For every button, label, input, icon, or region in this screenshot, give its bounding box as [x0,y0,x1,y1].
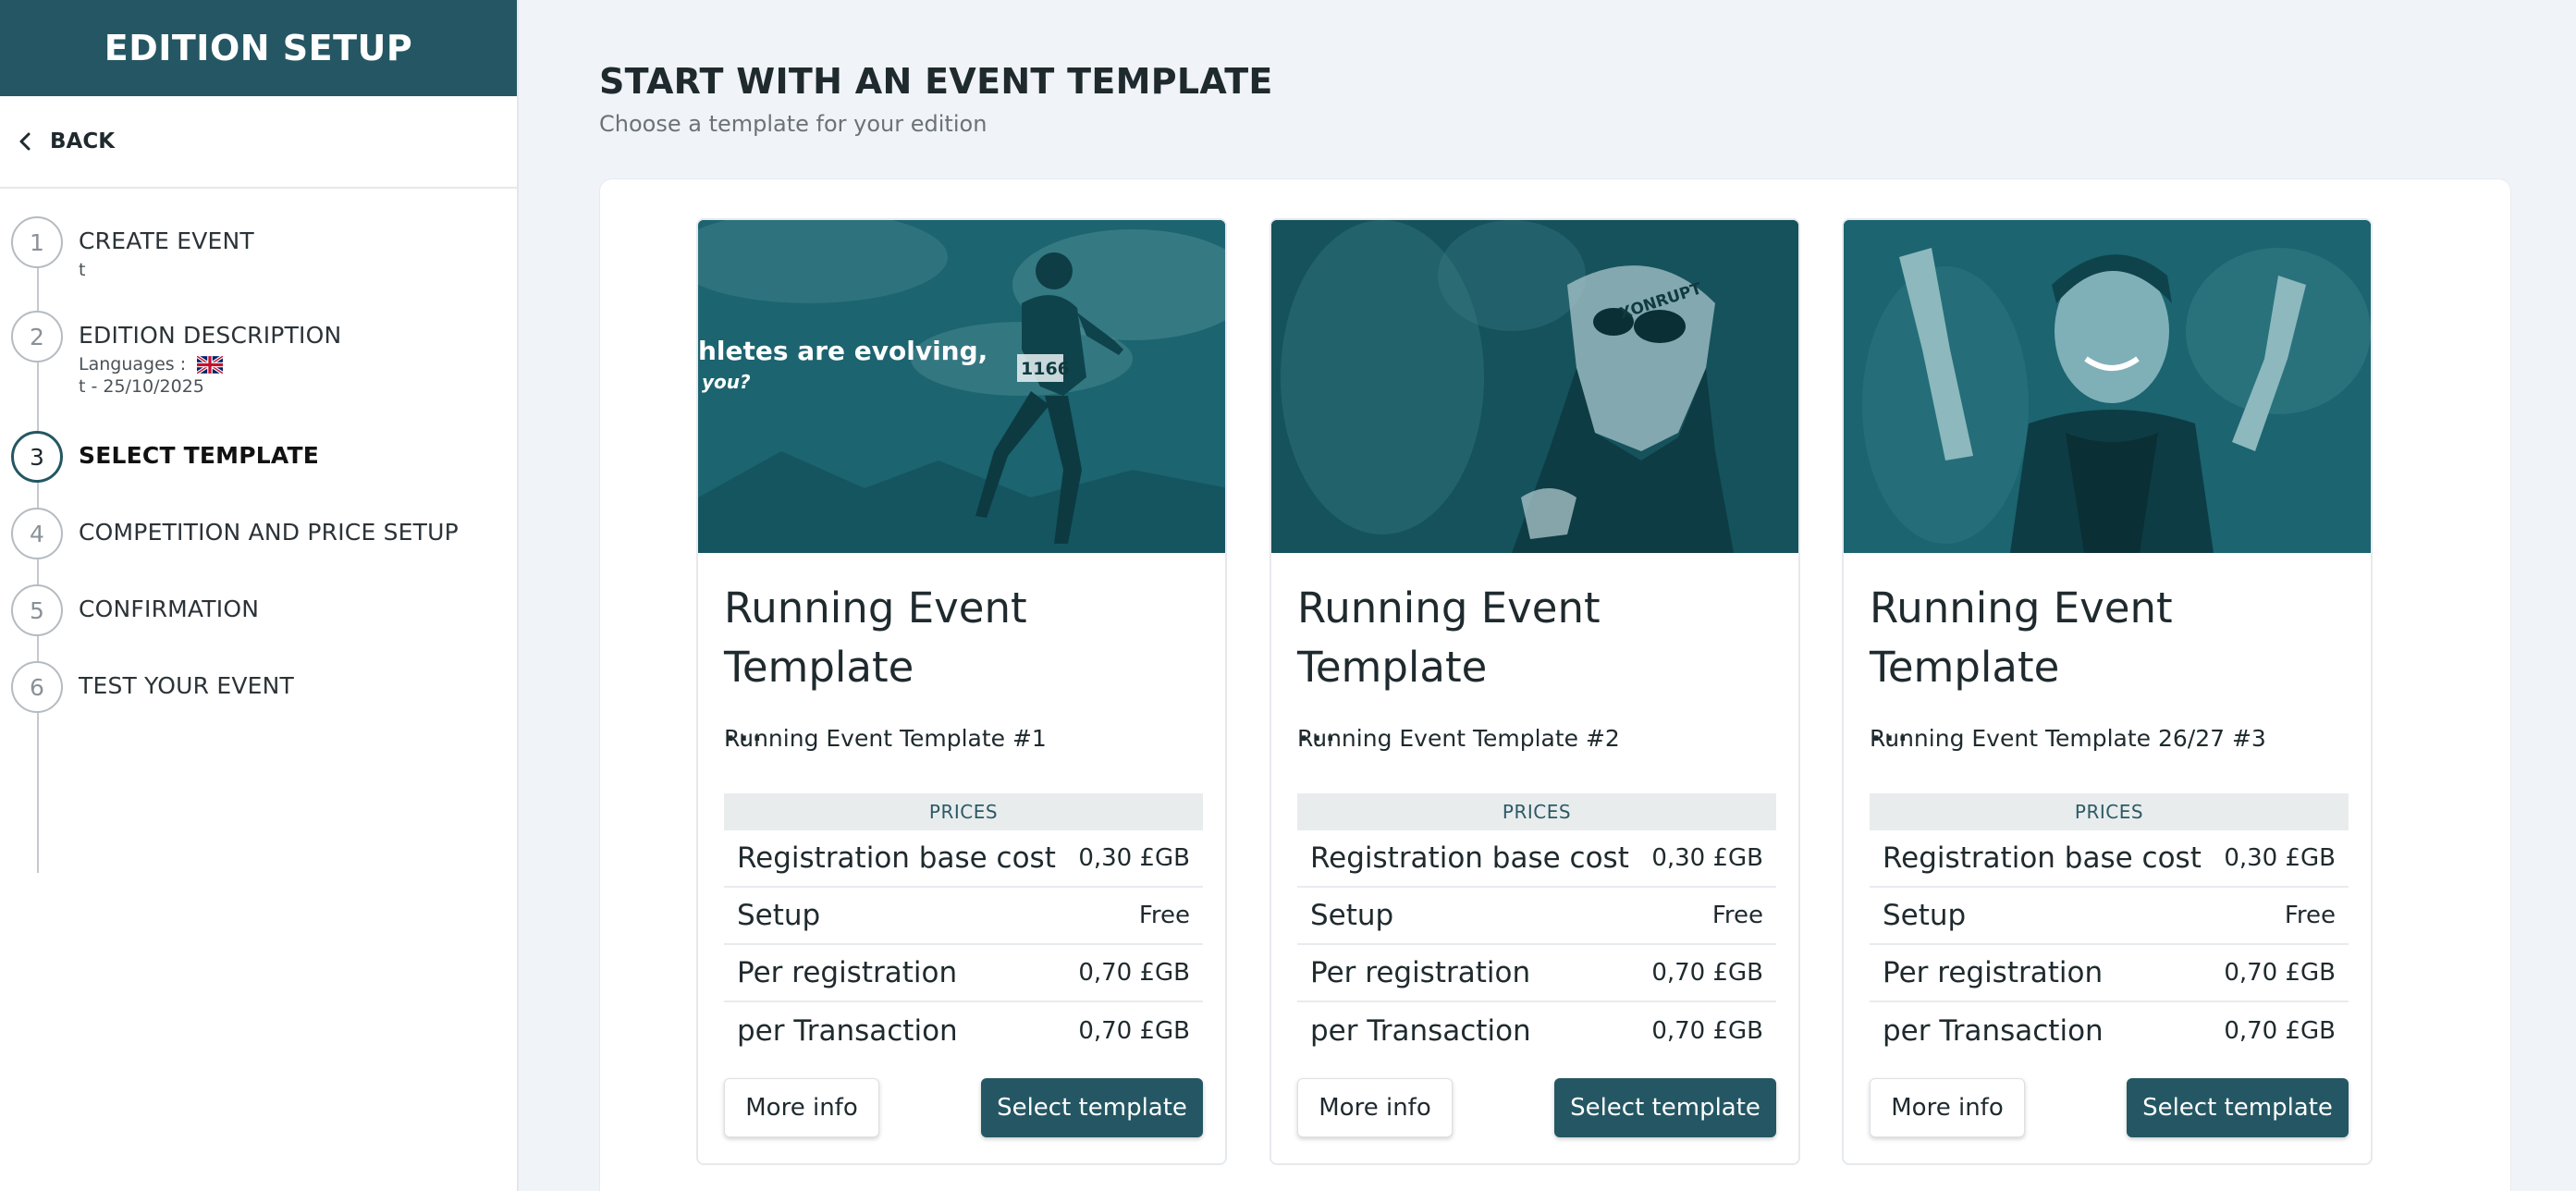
card-description: Running Event Template 26/27 #3 [1870,725,2266,752]
step-title: EDITION DESCRIPTION [79,322,342,349]
price-row: Registration base cost 0,30 £GB [724,830,1203,888]
template-image-celebrating-woman [1844,220,2371,553]
back-label: BACK [50,129,116,153]
step-create-event[interactable]: 1 CREATE EVENT t [11,216,254,280]
step-title: TEST YOUR EVENT [79,672,295,699]
chevron-left-icon [15,130,37,153]
price-value: 0,30 £GB [1078,844,1190,872]
select-template-button[interactable]: Select template [2127,1078,2349,1137]
card-description: Running Event Template #1 [724,725,1047,752]
price-label: Registration base cost [1883,841,2202,875]
price-row: per Transaction 0,70 £GB [724,1002,1203,1060]
step-number: 4 [11,508,63,559]
prices-table: PRICES Registration base cost 0,30 £GB S… [1870,793,2349,1060]
select-template-button[interactable]: Select template [1554,1078,1776,1137]
price-value: Free [1138,902,1190,929]
sidebar: EDITION SETUP BACK 1 CREATE EVENT t 2 ED… [0,0,519,1191]
page-subtitle: Choose a template for your edition [599,111,987,137]
prices-header: PRICES [724,793,1203,830]
price-value: 0,70 £GB [1078,959,1190,987]
uk-flag-icon [196,354,225,375]
prices-table: PRICES Registration base cost 0,30 £GB S… [724,793,1203,1060]
step-number: 2 [11,311,63,362]
stepper: 1 CREATE EVENT t 2 EDITION DESCRIPTION L… [0,189,517,873]
price-value: 0,70 £GB [2224,959,2336,987]
step-languages: Languages : [79,354,341,375]
card-title-text: Running Event Template [1870,583,2173,692]
price-label: Setup [737,899,821,932]
price-row: Setup Free [1297,888,1776,945]
price-label: per Transaction [1310,1014,1531,1048]
price-row: per Transaction 0,70 £GB [1870,1002,2349,1060]
step-number: 5 [11,584,63,636]
price-value: 0,70 £GB [2224,1017,2336,1045]
step-number: 6 [11,661,63,713]
price-row: Per registration 0,70 £GB [1297,945,1776,1002]
page-title: START WITH AN EVENT TEMPLATE [599,61,1273,102]
price-label: Setup [1310,899,1394,932]
price-label: per Transaction [1883,1014,2104,1048]
price-value: 0,70 £GB [1078,1017,1190,1045]
step-subtitle: t [79,260,86,280]
template-image-swimmer: XONRUPT [1271,220,1798,553]
step-confirmation[interactable]: 5 CONFIRMATION [11,584,259,636]
price-row: Setup Free [724,888,1203,945]
price-value: Free [2284,902,2336,929]
price-row: Per registration 0,70 £GB [1870,945,2349,1002]
image-caption-line2: you? [702,371,751,393]
more-info-button[interactable]: More info [1870,1078,2025,1137]
step-edition-description[interactable]: 2 EDITION DESCRIPTION Languages : t - 25… [11,311,341,397]
template-card-1: hletes are evolving, you? 1166 Running E… [696,218,1227,1165]
price-label: per Transaction [737,1014,958,1048]
template-card-2: XONRUPT Running Event Template ... Runni… [1270,218,1800,1165]
step-title: CONFIRMATION [79,596,260,622]
image-caption-line1: hletes are evolving, [698,336,988,366]
price-label: Registration base cost [1310,841,1629,875]
step-test-event[interactable]: 6 TEST YOUR EVENT [11,661,294,713]
price-value: 0,30 £GB [2224,844,2336,872]
price-value: 0,30 £GB [1651,844,1763,872]
price-row: Per registration 0,70 £GB [724,945,1203,1002]
price-label: Registration base cost [737,841,1056,875]
price-row: per Transaction 0,70 £GB [1297,1002,1776,1060]
prices-table: PRICES Registration base cost 0,30 £GB S… [1297,793,1776,1060]
select-template-button[interactable]: Select template [981,1078,1203,1137]
more-info-button[interactable]: More info [1297,1078,1453,1137]
sidebar-header: EDITION SETUP [0,0,517,96]
step-number: 1 [11,216,63,268]
card-description: Running Event Template #2 [1297,725,1620,752]
prices-header: PRICES [1297,793,1776,830]
back-button[interactable]: BACK [0,96,517,189]
step-competition-price[interactable]: 4 COMPETITION AND PRICE SETUP [11,508,459,559]
card-title-text: Running Event Template [1297,583,1601,692]
prices-header: PRICES [1870,793,2349,830]
step-title: CREATE EVENT [79,227,254,254]
price-row: Setup Free [1870,888,2349,945]
price-label: Per registration [1310,956,1531,989]
price-value: 0,70 £GB [1651,1017,1763,1045]
bib-number: 1166 [1021,359,1070,379]
price-label: Per registration [737,956,958,989]
card-title-text: Running Event Template [724,583,1027,692]
price-label: Setup [1883,899,1967,932]
price-value: 0,70 £GB [1651,959,1763,987]
step-select-template[interactable]: 3 SELECT TEMPLATE [11,431,319,483]
template-card-3: Running Event Template ... Running Event… [1842,218,2373,1165]
price-row: Registration base cost 0,30 £GB [1870,830,2349,888]
step-title: SELECT TEMPLATE [79,442,319,469]
step-number: 3 [11,431,63,483]
languages-label: Languages : [79,354,187,374]
step-date: t - 25/10/2025 [79,376,204,397]
more-info-button[interactable]: More info [724,1078,879,1137]
price-label: Per registration [1883,956,2104,989]
price-value: Free [1711,902,1763,929]
price-row: Registration base cost 0,30 £GB [1297,830,1776,888]
step-title: COMPETITION AND PRICE SETUP [79,519,459,546]
template-image-runner: hletes are evolving, you? 1166 [698,220,1225,553]
